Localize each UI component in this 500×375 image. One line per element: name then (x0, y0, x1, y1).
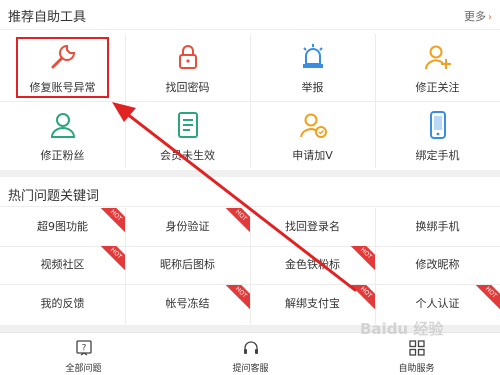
keyword-item[interactable]: 我的反馈 (0, 285, 125, 323)
more-link[interactable]: 更多 › (464, 8, 492, 24)
hot-keywords-section: 热门问题关键词 超9图功能 HOT 身份验证 HOT 找回登录名 换绑手机 视频社区… (0, 177, 500, 325)
tool-report[interactable]: 举报 (250, 34, 375, 102)
verified-user-icon (299, 113, 327, 138)
nav-self-service[interactable]: 自助服务 (333, 333, 500, 375)
watermark: Baidu 经验 (360, 320, 444, 338)
keyword-item[interactable]: 昵称后图标 (125, 246, 250, 284)
self-service-tools-section: 推荐自助工具 更多 › 修复账号异常 找回密码 举报 修正关注 修正粉丝 会员未… (0, 0, 500, 170)
section-header: 热门问题关键词 (0, 177, 500, 207)
document-icon (177, 112, 198, 138)
nav-label: 提问客服 (232, 364, 269, 374)
hot-badge: HOT (472, 285, 500, 311)
phone-icon (429, 111, 446, 139)
hot-badge: HOT (347, 246, 375, 272)
hot-badge: HOT (97, 208, 125, 234)
svg-text:?: ? (81, 344, 86, 354)
tool-label: 会员未生效 (160, 149, 215, 162)
hot-badge: HOT (222, 285, 250, 311)
tool-label: 修正粉丝 (40, 149, 85, 162)
lock-icon (178, 45, 197, 69)
nav-ask-support[interactable]: 提问客服 (167, 333, 334, 375)
section-title: 热门问题关键词 (8, 189, 100, 204)
keyword-item[interactable]: 帐号冻结 HOT (125, 285, 250, 323)
chevron-right-icon: › (488, 12, 492, 23)
add-user-icon (424, 45, 451, 70)
question-icon: ? (75, 340, 92, 356)
tool-membership-invalid[interactable]: 会员未生效 (125, 102, 250, 170)
tool-apply-verified[interactable]: 申请加V (250, 102, 375, 170)
hot-badge: HOT (97, 246, 125, 272)
hot-badge: HOT (347, 285, 375, 311)
keyword-item[interactable]: 找回登录名 (250, 208, 375, 246)
grid-icon (408, 340, 425, 356)
users-icon (50, 113, 75, 138)
tool-recover-password[interactable]: 找回密码 (125, 34, 250, 102)
nav-all-questions[interactable]: ? 全部问题 (0, 333, 167, 375)
keyword-item[interactable]: 换绑手机 (375, 208, 500, 246)
nav-label: 全部问题 (65, 364, 102, 374)
nav-label: 自助服务 (398, 364, 435, 374)
highlight-box (16, 37, 109, 98)
tool-fix-fans[interactable]: 修正粉丝 (0, 102, 125, 170)
tool-label: 绑定手机 (415, 149, 460, 162)
keyword-item[interactable]: 超9图功能 HOT (0, 208, 125, 246)
tool-label: 举报 (301, 81, 324, 94)
section-title: 推荐自助工具 (8, 10, 87, 25)
tool-label: 找回密码 (165, 81, 210, 94)
keyword-item[interactable]: 修改昵称 (375, 246, 500, 284)
tool-fix-follow[interactable]: 修正关注 (375, 34, 500, 102)
siren-icon (302, 44, 323, 68)
hot-badge: HOT (222, 208, 250, 234)
tool-bind-phone[interactable]: 绑定手机 (375, 102, 500, 170)
keyword-item[interactable]: 视频社区 HOT (0, 246, 125, 284)
tool-label: 申请加V (292, 149, 333, 162)
keyword-item[interactable]: 身份验证 HOT (125, 208, 250, 246)
keyword-item[interactable]: 解绑支付宝 HOT (250, 285, 375, 323)
section-header: 推荐自助工具 更多 › (0, 0, 500, 30)
headset-icon (243, 341, 258, 354)
tool-label: 修正关注 (415, 81, 460, 94)
keyword-item[interactable]: 金色铁粉标 HOT (250, 246, 375, 284)
